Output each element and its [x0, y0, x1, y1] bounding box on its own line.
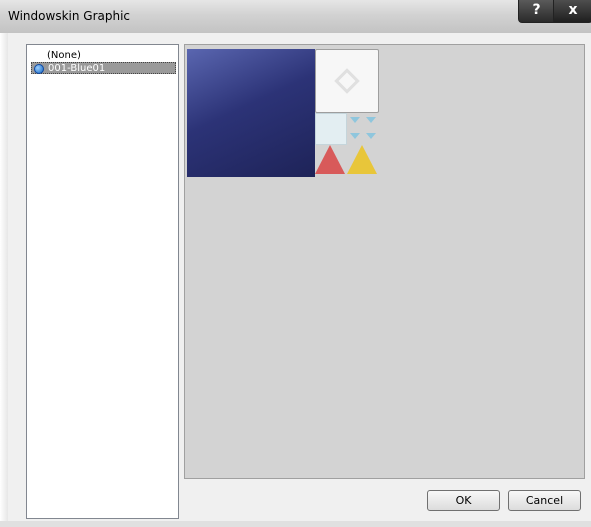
- arrow-down-icon: [366, 117, 376, 123]
- arrow-down-icon: [366, 133, 376, 139]
- title-bar[interactable]: Windowskin Graphic ? x: [0, 0, 591, 33]
- graphic-list[interactable]: (None) 001-Blue01: [26, 44, 179, 519]
- ok-button[interactable]: OK: [427, 490, 500, 511]
- yellow-triangle-icon: [347, 145, 377, 174]
- window-title: Windowskin Graphic: [8, 9, 131, 23]
- window-frame-left: [0, 33, 8, 527]
- arrow-down-icon: [350, 133, 360, 139]
- selected-dot-icon: [34, 64, 44, 74]
- cursor-frame: [315, 49, 379, 113]
- diamond-icon: [334, 68, 360, 94]
- list-item-blue01[interactable]: 001-Blue01: [31, 62, 176, 74]
- windowskin-dialog: Windowskin Graphic ? x (None) 001-Blue01…: [0, 0, 591, 527]
- red-triangle-icon: [315, 145, 345, 174]
- window-frame-bottom: [0, 521, 591, 527]
- cancel-button[interactable]: Cancel: [508, 490, 581, 511]
- list-item-label: 001-Blue01: [48, 63, 106, 74]
- list-item-label: (None): [47, 50, 81, 61]
- list-item-none[interactable]: (None): [31, 50, 192, 62]
- fill-square: [315, 113, 347, 145]
- help-button[interactable]: ?: [518, 0, 555, 23]
- close-button[interactable]: x: [553, 0, 591, 23]
- graphic-preview[interactable]: [184, 44, 585, 479]
- arrow-down-icon: [350, 117, 360, 123]
- background-swatch: [187, 49, 315, 177]
